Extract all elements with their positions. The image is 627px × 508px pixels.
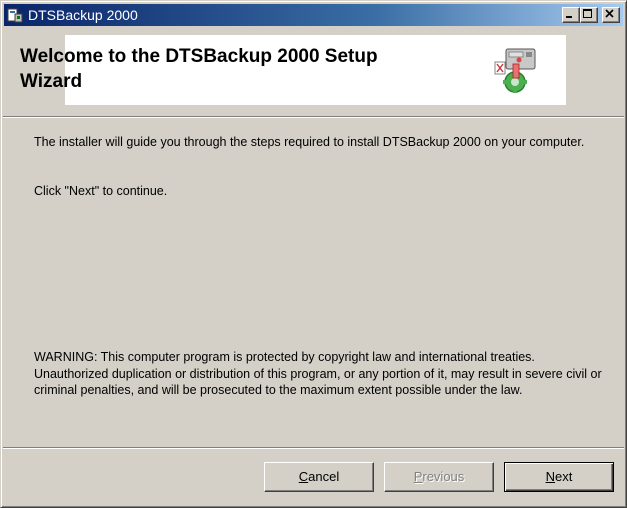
maximize-icon: [583, 9, 592, 18]
continue-hint: Click "Next" to continue.: [34, 184, 168, 198]
cancel-button[interactable]: Cancel: [264, 462, 374, 492]
page-title: Welcome to the DTSBackup 2000 Setup Wiza…: [20, 46, 378, 92]
close-icon: [605, 9, 614, 18]
intro-text: The installer will guide you through the…: [34, 135, 585, 149]
title-bar[interactable]: DTSBackup 2000: [4, 4, 623, 26]
previous-button[interactable]: Previous: [384, 462, 494, 492]
window-title: DTSBackup 2000: [28, 7, 138, 23]
header-divider: [3, 116, 624, 118]
previous-button-label: Previous: [413, 469, 465, 484]
setup-window: DTSBackup 2000 Welcome to the DTSBackup …: [0, 0, 627, 508]
installer-icon[interactable]: [7, 7, 23, 23]
footer-divider: [3, 447, 624, 449]
cancel-button-label: Cancel: [298, 469, 340, 484]
next-button-label: Next: [545, 469, 573, 484]
maximize-button[interactable]: [580, 7, 598, 23]
copyright-warning: WARNING: This computer program is protec…: [34, 350, 602, 397]
next-button[interactable]: Next: [504, 462, 614, 492]
minimize-icon: [566, 16, 572, 18]
setup-wizard-icon: [494, 48, 536, 93]
close-button[interactable]: [602, 7, 620, 23]
minimize-button[interactable]: [562, 7, 580, 23]
